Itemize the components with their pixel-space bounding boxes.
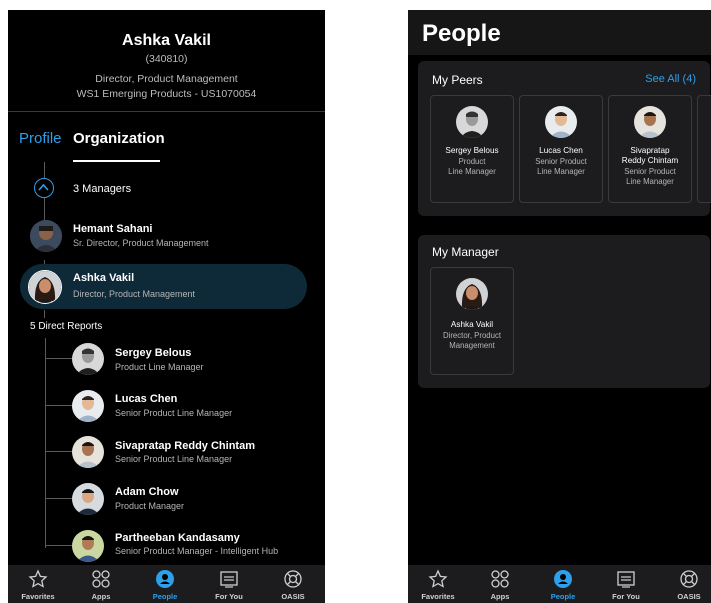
report-role: Senior Product Line Manager [115, 408, 233, 418]
avatar[interactable] [72, 483, 104, 515]
lifebuoy-icon [680, 570, 698, 588]
manager-role: Sr. Director, Product Management [73, 238, 209, 248]
direct-reports-count: 5 Direct Reports [30, 321, 103, 332]
report-role: Product Manager [115, 501, 185, 511]
peer-name: Reddy Chintam [621, 156, 679, 165]
avatar[interactable] [30, 220, 62, 252]
tree-line [45, 405, 72, 406]
avatar[interactable] [72, 436, 104, 468]
people-screen: People My Peers See All (4) Sergey Belou… [408, 10, 711, 603]
header-divider [8, 111, 325, 112]
profile-title: Director, Product Management [95, 73, 238, 85]
tab-oasis[interactable]: OASIS [659, 565, 711, 603]
tree-line [44, 162, 45, 178]
profile-department: WS1 Emerging Products - US1070054 [76, 88, 257, 100]
tree-line [45, 545, 72, 546]
avatar [634, 106, 666, 138]
employee-id: (340810) [145, 53, 188, 65]
tree-line [44, 310, 45, 318]
report-role: Product Line Manager [115, 362, 204, 372]
avatar[interactable] [72, 343, 104, 375]
avatar [545, 106, 577, 138]
report-name[interactable]: Partheeban Kandasamy [115, 532, 240, 544]
selected-role: Director, Product Management [73, 289, 196, 299]
peer-role: Senior Product [535, 157, 587, 166]
manager-role: Management [449, 341, 495, 350]
manager-name[interactable]: Hemant Sahani [73, 223, 152, 235]
tab-organization[interactable]: Organization [73, 130, 165, 147]
report-name[interactable]: Adam Chow [115, 486, 179, 498]
peer-name: Lucas Chen [539, 146, 583, 155]
tab-people[interactable]: People [135, 565, 195, 603]
tab-bar: Favorites Apps People For You OASIS [8, 565, 325, 603]
tab-profile[interactable]: Profile [19, 130, 62, 147]
tree-line [45, 338, 46, 548]
peer-name: Sergey Belous [445, 146, 499, 155]
tab-bar: Favorites Apps People For You OASIS [408, 565, 711, 603]
chevron-up-icon [38, 183, 49, 191]
lifebuoy-icon [284, 570, 302, 588]
peer-role: Line Manager [448, 167, 496, 176]
peer-card[interactable]: Lucas Chen Senior Product Line Manager [519, 95, 603, 203]
selected-person-row[interactable] [20, 264, 307, 309]
peer-card[interactable]: Sergey Belous Product Line Manager [430, 95, 514, 203]
manager-role: Director, Product [442, 331, 502, 340]
tree-line [45, 358, 72, 359]
tab-favorites[interactable]: Favorites [8, 565, 68, 603]
page-title: People [422, 20, 501, 47]
peer-name: Sivapratap [630, 146, 670, 155]
peer-role: Line Manager [626, 177, 674, 186]
manager-card[interactable]: Ashka Vakil Director, Product Management [430, 267, 514, 375]
avatar[interactable] [72, 390, 104, 422]
avatar [456, 106, 488, 138]
peer-role: Line Manager [537, 167, 585, 176]
apps-grid-icon [491, 570, 509, 588]
apps-grid-icon [92, 570, 110, 588]
manager-title: My Manager [432, 245, 499, 259]
tab-apps[interactable]: Apps [470, 565, 530, 603]
star-icon [28, 569, 48, 588]
star-icon [428, 569, 448, 588]
managers-count[interactable]: 3 Managers [73, 183, 131, 195]
for-you-icon [617, 571, 635, 588]
peer-card[interactable]: Sivapratap Reddy Chintam Senior Product … [608, 95, 692, 203]
tab-for-you[interactable]: For You [596, 565, 656, 603]
people-icon [554, 570, 572, 588]
report-name[interactable]: Sergey Belous [115, 347, 191, 359]
tab-for-you[interactable]: For You [199, 565, 259, 603]
report-role: Senior Product Manager - Intelligent Hub [115, 546, 279, 556]
avatar[interactable] [72, 530, 104, 562]
manager-panel: My Manager Ashka Vakil Director, Product… [418, 235, 710, 388]
people-icon [156, 570, 174, 588]
peers-title: My Peers [432, 73, 483, 87]
collapse-managers-button[interactable] [34, 178, 54, 198]
selected-name[interactable]: Ashka Vakil [73, 272, 134, 284]
for-you-icon [220, 571, 238, 588]
see-all-peers-link[interactable]: See All (4) [645, 73, 696, 85]
peer-role: Senior Product [624, 167, 676, 176]
report-name[interactable]: Lucas Chen [115, 393, 177, 405]
peer-role: Product [458, 157, 486, 166]
tab-oasis[interactable]: OASIS [263, 565, 323, 603]
tree-line [45, 451, 72, 452]
tab-apps[interactable]: Apps [71, 565, 131, 603]
peers-panel: My Peers See All (4) Sergey Belous Produ… [418, 61, 711, 216]
tree-line [45, 498, 72, 499]
avatar[interactable] [28, 270, 62, 304]
peer-card-partial[interactable] [697, 95, 711, 203]
avatar [456, 278, 488, 310]
tab-favorites[interactable]: Favorites [408, 565, 468, 603]
profile-name: Ashka Vakil [122, 32, 211, 49]
report-name[interactable]: Sivapratap Reddy Chintam [115, 440, 255, 452]
tab-people[interactable]: People [533, 565, 593, 603]
active-tab-indicator [73, 160, 160, 162]
manager-name: Ashka Vakil [450, 320, 494, 329]
report-role: Senior Product Line Manager [115, 454, 233, 464]
organization-screen: Ashka Vakil (340810) Director, Product M… [8, 10, 325, 603]
